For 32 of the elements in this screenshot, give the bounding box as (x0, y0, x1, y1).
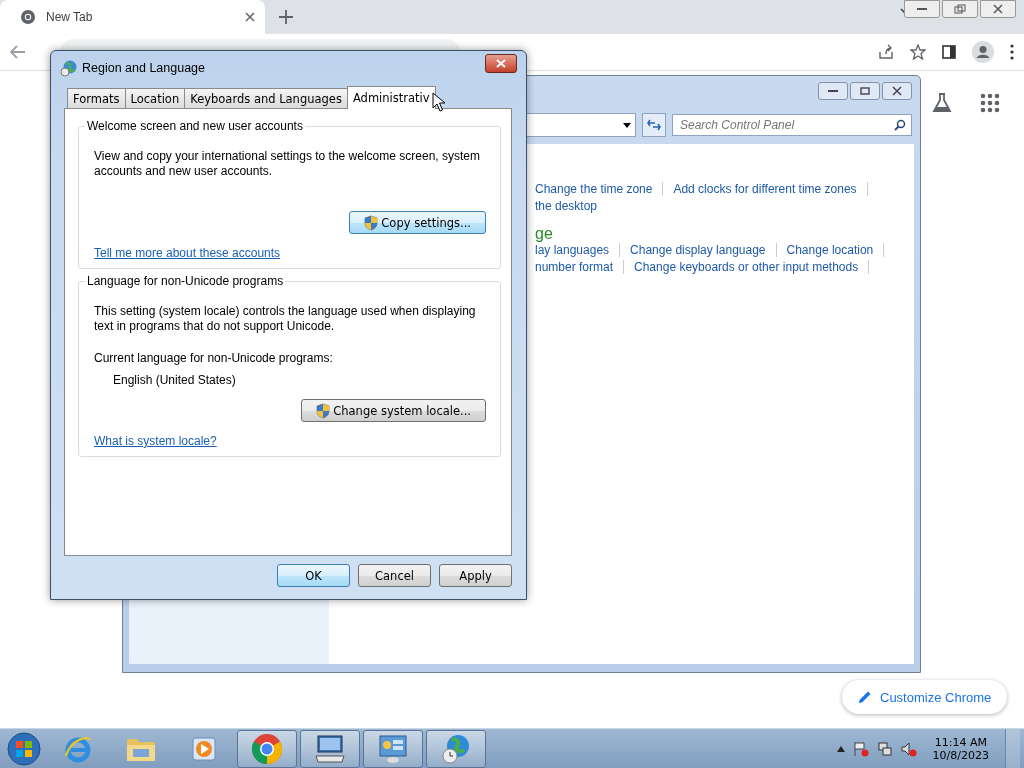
clock-time[interactable]: 11:14 AM (934, 736, 987, 749)
tab[interactable]: Administrativ (346, 86, 436, 109)
tab[interactable]: Keyboards and Languages (184, 88, 348, 108)
task-link[interactable]: Add clocks for different time zones (673, 182, 857, 196)
task-link[interactable]: lay languages (535, 243, 610, 257)
clock-date[interactable]: 10/8/2023 (932, 749, 989, 762)
description-text: This setting (system locale) controls the language used when displaying text in programs that do not support Unicode. (94, 304, 477, 334)
group-title: Welcome screen and new user accounts (85, 119, 305, 133)
dialog-button[interactable]: OK (277, 564, 350, 587)
task-link[interactable]: Change display language (630, 243, 766, 257)
help-link[interactable]: What is system locale? (94, 434, 217, 448)
dialog-title: Region and Language (82, 61, 207, 75)
tab[interactable]: Formats (67, 88, 126, 108)
dialog-button[interactable]: Cancel (358, 564, 431, 587)
help-link[interactable]: Tell me more about these accounts (94, 246, 281, 260)
shield-button[interactable]: Copy settings... (349, 211, 486, 234)
browser-tab[interactable]: New Tab (0, 0, 265, 34)
group-title: Language for non-Unicode programs (85, 274, 286, 288)
field-value: English (United States) (113, 373, 237, 387)
customize-chrome-button[interactable]: Customize Chrome (842, 680, 1008, 714)
task-link[interactable]: Change location (786, 243, 874, 257)
task-link[interactable]: Change the time zone (535, 182, 653, 196)
task-link[interactable]: Change keyboards or other input methods (634, 260, 859, 274)
dialog-button[interactable]: Apply (439, 564, 512, 587)
field-label: Current language for non-Unicode programs: (94, 351, 334, 365)
task-link[interactable]: number format (535, 260, 614, 274)
description-text: View and copy your international settings to the welcome screen, system accounts and new user accounts. (94, 149, 481, 179)
tab[interactable]: Location (124, 88, 186, 108)
task-link[interactable]: the desktop (535, 199, 598, 213)
shield-button[interactable]: Change system locale... (301, 399, 486, 422)
category-heading[interactable]: ge (535, 225, 914, 243)
search-field[interactable]: Search Control Panel (672, 114, 912, 136)
